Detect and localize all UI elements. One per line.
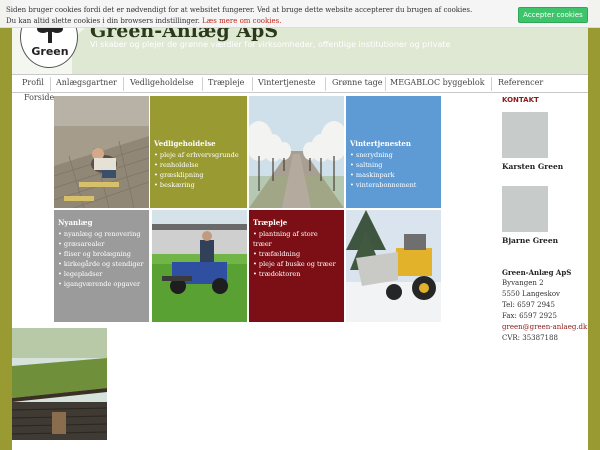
cookie-line: Du kan altid slette cookies i din browse… xyxy=(6,17,200,25)
company-name: Green-Anlæg ApS xyxy=(502,268,572,277)
list-item[interactable]: maskinpark xyxy=(350,170,437,180)
nav-item-traepleje[interactable]: Træpleje xyxy=(208,78,244,87)
nav-item-forside[interactable]: Forside xyxy=(24,93,54,102)
tile-vintertjenesten[interactable]: Vintertjenesten snerydning saltning mask… xyxy=(346,96,441,208)
nav-item-gronne-tage[interactable]: Grønne tage xyxy=(332,78,382,87)
list-item[interactable]: trædoktoren xyxy=(253,269,340,279)
nav-separator xyxy=(491,77,492,91)
tile-list: snerydning saltning maskinpark vinterabo… xyxy=(350,150,437,190)
list-item[interactable]: renholdelse xyxy=(154,160,243,170)
list-item[interactable]: nyanlæg og renovering xyxy=(58,229,145,239)
tile-title: Nyanlæg xyxy=(58,218,93,227)
address-line: Byvangen 2 xyxy=(502,279,544,287)
tile-list: pleje af erhvervsgrunde renholdelse græs… xyxy=(154,150,243,190)
contact-person-2: Bjarne Green xyxy=(502,236,559,245)
cookie-banner: Siden bruger cookies fordi det er nødven… xyxy=(0,0,600,28)
cvr-number: CVR: 35387188 xyxy=(502,334,558,342)
tile-nyanlaeg[interactable]: Nyanlæg nyanlæg og renovering græsareale… xyxy=(54,210,149,322)
fax-number: Fax: 6597 2925 xyxy=(502,312,557,320)
avatar xyxy=(502,112,548,158)
list-item[interactable]: træfældning xyxy=(253,249,340,259)
nav-separator xyxy=(385,77,386,91)
tile-vedligeholdelse[interactable]: Vedligeholdelse pleje af erhvervsgrunde … xyxy=(150,96,247,208)
list-item[interactable]: pleje af erhvervsgrunde xyxy=(154,150,243,160)
page: Green Green-Anlæg ApS Vi skaber og pleje… xyxy=(12,0,588,450)
cookie-line-wrap: Du kan altid slette cookies i din browse… xyxy=(6,16,476,27)
phone-number: Tel: 6597 2945 xyxy=(502,301,555,309)
list-item[interactable]: saltning xyxy=(350,160,437,170)
tile-title: Vintertjenesten xyxy=(350,139,411,148)
photo-lawn-mower[interactable] xyxy=(152,210,247,322)
photo-snow-loader[interactable] xyxy=(346,210,441,322)
contact-heading: KONTAKT xyxy=(502,96,539,104)
list-item[interactable]: legepladser xyxy=(58,269,145,279)
nav-separator xyxy=(123,77,124,91)
logo-text: Green xyxy=(31,45,69,58)
list-item[interactable]: plantning af store træer xyxy=(253,229,337,249)
cookie-message: Siden bruger cookies fordi det er nødven… xyxy=(6,5,476,27)
list-item[interactable]: beskæring xyxy=(154,180,243,190)
tagline: Vi skaber og plejer de grønne værdier fo… xyxy=(90,40,451,49)
cookie-info-link[interactable]: Læs mere om cookies. xyxy=(202,17,281,25)
nav-item-vedligeholdelse[interactable]: Vedligeholdelse xyxy=(130,78,194,87)
photo-tree-avenue[interactable] xyxy=(249,96,344,208)
nav-item-anlaegsgartner[interactable]: Anlægsgartner xyxy=(56,78,117,87)
snow-loader-image xyxy=(346,210,441,322)
list-item[interactable]: græsarealer xyxy=(58,239,145,249)
tile-list: plantning af store træer træfældning ple… xyxy=(253,229,340,279)
main-nav: Profil Anlægsgartner Vedligeholdelse Træ… xyxy=(12,74,588,93)
accept-cookies-button[interactable]: Accepter cookies xyxy=(518,7,588,23)
nav-separator xyxy=(202,77,203,91)
stone-worker-image xyxy=(54,96,149,208)
list-item[interactable]: vinterabonnement xyxy=(350,180,437,190)
nav-separator xyxy=(50,77,51,91)
cookie-line: Siden bruger cookies fordi det er nødven… xyxy=(6,6,473,14)
photo-stone-worker[interactable] xyxy=(54,96,149,208)
photo-green-roof[interactable] xyxy=(12,328,107,440)
list-item[interactable]: snerydning xyxy=(350,150,437,160)
tile-list: nyanlæg og renovering græsarealer fliser… xyxy=(58,229,145,289)
nav-item-referencer[interactable]: Referencer xyxy=(498,78,543,87)
avatar xyxy=(502,186,548,232)
tile-traepleje[interactable]: Træpleje plantning af store træer træfæl… xyxy=(249,210,344,322)
nav-item-megabloc[interactable]: MEGABLOC byggeblok xyxy=(390,78,485,87)
nav-separator xyxy=(252,77,253,91)
tile-title: Træpleje xyxy=(253,218,288,227)
nav-item-profil[interactable]: Profil xyxy=(22,78,44,87)
tile-title: Vedligeholdelse xyxy=(154,139,216,148)
nav-separator xyxy=(325,77,326,91)
list-item[interactable]: fliser og brolægning xyxy=(58,249,145,259)
list-item[interactable]: igangværende opgaver xyxy=(58,279,145,289)
list-item[interactable]: pleje af buske og træer xyxy=(253,259,340,269)
lawn-mower-image xyxy=(152,210,247,322)
list-item[interactable]: græsklipning xyxy=(154,170,243,180)
nav-item-vintertjeneste[interactable]: Vintertjeneste xyxy=(258,78,316,87)
list-item[interactable]: kirkegårde og stendiger xyxy=(58,259,145,269)
email-link[interactable]: green@green-anlaeg.dk xyxy=(502,323,587,331)
green-roof-image xyxy=(12,328,107,440)
contact-person-1: Karsten Green xyxy=(502,162,564,171)
tree-avenue-image xyxy=(249,96,344,208)
address-line: 5550 Langeskov xyxy=(502,290,560,298)
